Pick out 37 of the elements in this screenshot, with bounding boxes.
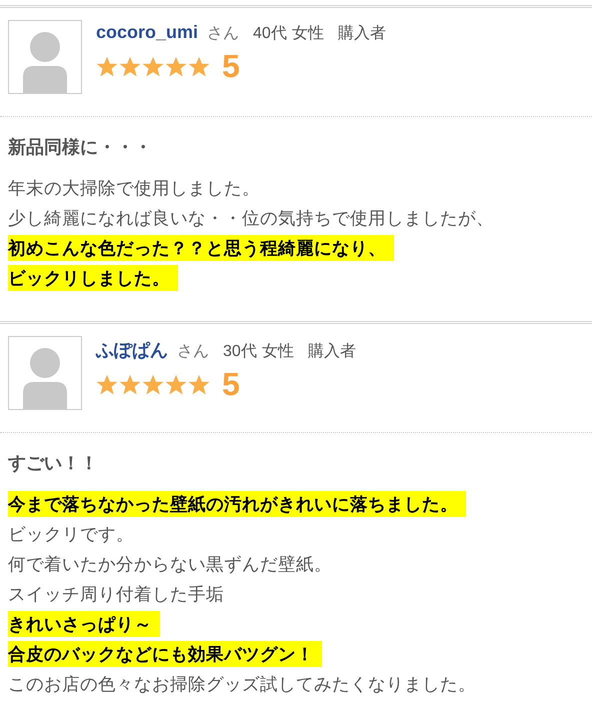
star-icon	[165, 56, 187, 78]
review-title: 新品同様に・・・	[8, 136, 153, 159]
highlighted-text: きれいさっぱり～	[8, 611, 160, 637]
highlighted-text: 合皮のバックなどにも効果バツグン！	[8, 641, 322, 667]
rating-score: 5	[222, 366, 240, 403]
user-name: cocoro_umi	[96, 22, 198, 43]
review-text: スイッチ周り付着した手垢	[8, 583, 225, 606]
highlighted-text: ビックリしました。	[8, 265, 178, 291]
buyer-label: 購入者	[338, 24, 386, 44]
age-label: 30代	[223, 342, 257, 362]
avatar-icon	[8, 336, 82, 410]
highlighted-text: 今まで落ちなかった壁紙の汚れがきれいに落ちました。	[8, 491, 466, 517]
gender-label: 女性	[292, 24, 324, 44]
review-text: 少し綺麗になれば良いな・・位の気持ちで使用しましたが、	[8, 207, 495, 230]
star-icon	[165, 374, 187, 396]
user-name: ふぽぱん	[96, 339, 168, 362]
star-icon	[96, 374, 118, 396]
honorific-label: さん	[177, 342, 209, 362]
review-text: 年末の大掃除で使用しました。	[8, 177, 261, 200]
rating-score: 5	[222, 48, 240, 85]
review-title: すごい！！	[8, 452, 99, 475]
star-icon	[188, 56, 210, 78]
honorific-label: さん	[207, 24, 240, 44]
star-icon	[96, 56, 118, 78]
avatar-icon	[8, 20, 82, 94]
star-icon	[142, 56, 164, 78]
highlighted-text: 初めこんな色だった？？と思う程綺麗になり、	[8, 235, 394, 261]
star-icon	[142, 374, 164, 396]
star-icon	[119, 374, 141, 396]
review-text: このお店の色々なお掃除グッズ試してみたくなりました。	[8, 673, 477, 696]
review-text: ビックリです。	[8, 523, 135, 546]
age-label: 40代	[253, 24, 287, 44]
star-icon	[119, 56, 141, 78]
gender-label: 女性	[262, 342, 294, 362]
review-text: 何で着いたか分からない黒ずんだ壁紙。	[8, 553, 333, 576]
star-icon	[188, 374, 210, 396]
buyer-label: 購入者	[308, 342, 356, 362]
